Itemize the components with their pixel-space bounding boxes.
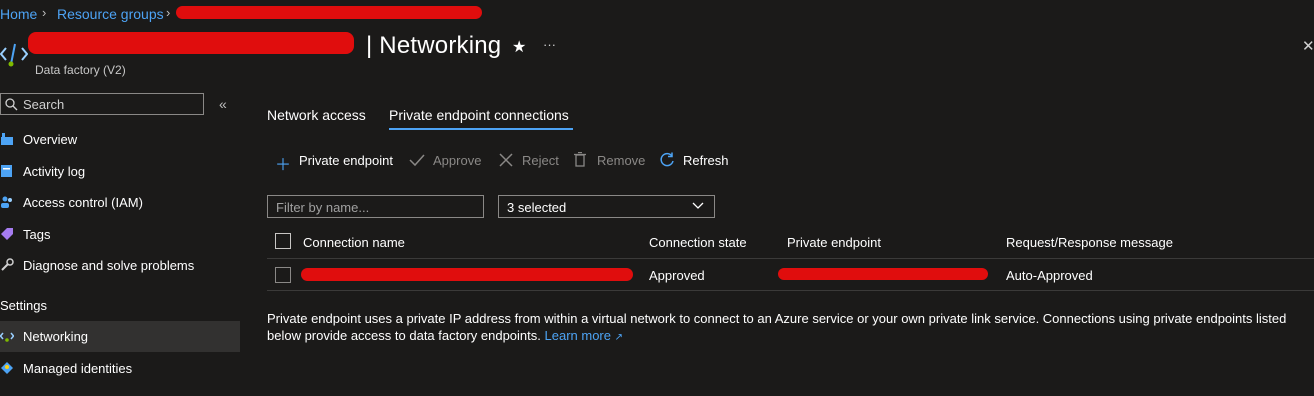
more-options-icon[interactable]: ··· bbox=[543, 37, 556, 52]
resource-type-subtitle: Data factory (V2) bbox=[35, 63, 126, 77]
select-all-checkbox[interactable] bbox=[275, 233, 291, 249]
header-divider bbox=[267, 258, 1314, 259]
sidebar-search-input[interactable]: Search bbox=[0, 93, 204, 115]
sidebar-item-managed-identities[interactable]: Managed identities bbox=[0, 353, 240, 384]
close-icon[interactable]: ✕ bbox=[1302, 37, 1314, 55]
redacted-connection-name bbox=[301, 268, 633, 281]
networking-icon bbox=[0, 332, 14, 342]
redacted-private-endpoint bbox=[778, 268, 988, 280]
info-description: Private endpoint uses a private IP addre… bbox=[267, 311, 1287, 343]
sidebar-item-access-control[interactable]: Access control (IAM) bbox=[0, 187, 240, 218]
chevron-right-icon: › bbox=[166, 5, 171, 20]
reject-x-icon bbox=[499, 153, 513, 167]
activity-log-icon bbox=[1, 165, 12, 177]
breadcrumb-resource-groups[interactable]: Resource groups bbox=[57, 6, 164, 22]
sidebar-item-label: Managed identities bbox=[23, 361, 133, 376]
learn-more-link[interactable]: Learn more ↗ bbox=[545, 328, 624, 343]
tab-network-access[interactable]: Network access bbox=[267, 107, 366, 123]
tag-icon bbox=[1, 228, 13, 240]
search-icon bbox=[5, 98, 18, 111]
chevron-down-icon bbox=[692, 202, 704, 209]
tab-private-endpoint-connections[interactable]: Private endpoint connections bbox=[389, 107, 569, 123]
connection-state-dropdown[interactable]: 3 selected bbox=[498, 195, 715, 218]
remove-button[interactable]: Remove bbox=[597, 153, 645, 168]
breadcrumb-home[interactable]: Home bbox=[0, 6, 37, 22]
sidebar-item-diagnose[interactable]: Diagnose and solve problems bbox=[0, 250, 240, 281]
identity-icon bbox=[1, 362, 13, 374]
external-link-icon: ↗ bbox=[614, 332, 624, 343]
sidebar-item-label: Activity log bbox=[23, 164, 86, 179]
reject-button[interactable]: Reject bbox=[522, 153, 559, 168]
collapse-sidebar-icon[interactable]: « bbox=[219, 96, 227, 112]
row-checkbox[interactable] bbox=[275, 267, 291, 283]
refresh-button[interactable]: Refresh bbox=[683, 153, 729, 168]
sidebar-item-label: Diagnose and solve problems bbox=[23, 258, 195, 273]
dropdown-selected-value: 3 selected bbox=[507, 200, 567, 215]
search-placeholder: Search bbox=[23, 97, 65, 112]
plus-icon: ＋ bbox=[275, 157, 292, 174]
people-icon bbox=[1, 196, 12, 208]
column-header-connection-state[interactable]: Connection state bbox=[649, 235, 747, 250]
column-header-message[interactable]: Request/Response message bbox=[1006, 235, 1173, 250]
redacted-breadcrumb bbox=[176, 6, 482, 19]
column-header-private-endpoint[interactable]: Private endpoint bbox=[787, 235, 881, 250]
connection-state-cell: Approved bbox=[649, 268, 705, 283]
add-private-endpoint-button[interactable]: Private endpoint bbox=[299, 153, 393, 168]
star-icon[interactable]: ★ bbox=[512, 37, 526, 57]
sidebar-item-activity-log[interactable]: Activity log bbox=[0, 156, 240, 187]
trash-icon bbox=[574, 152, 586, 167]
message-cell: Auto-Approved bbox=[1006, 268, 1093, 283]
active-tab-indicator bbox=[389, 128, 573, 130]
filter-placeholder: Filter by name... bbox=[276, 200, 370, 215]
sidebar-item-label: Access control (IAM) bbox=[23, 195, 143, 210]
page-title: | Networking bbox=[366, 32, 502, 59]
approve-button[interactable]: Approve bbox=[433, 153, 481, 168]
refresh-icon bbox=[660, 152, 674, 167]
wrench-icon bbox=[1, 258, 14, 271]
sidebar-section-settings: Settings bbox=[0, 298, 47, 313]
factory-icon bbox=[1, 133, 13, 145]
data-factory-icon bbox=[0, 43, 28, 67]
filter-by-name-input[interactable]: Filter by name... bbox=[267, 195, 484, 218]
checkmark-icon bbox=[409, 154, 425, 167]
learn-more-label: Learn more bbox=[544, 328, 611, 343]
sidebar-item-tags[interactable]: Tags bbox=[0, 219, 240, 250]
redacted-resource-name bbox=[28, 32, 354, 54]
sidebar-item-label: Networking bbox=[23, 329, 89, 344]
sidebar-item-label: Overview bbox=[23, 132, 78, 147]
sidebar-item-label: Tags bbox=[23, 227, 51, 242]
sidebar-item-networking[interactable]: Networking bbox=[0, 321, 240, 352]
row-divider bbox=[267, 290, 1314, 291]
sidebar-item-overview[interactable]: Overview bbox=[0, 124, 240, 155]
info-text: Private endpoint uses a private IP addre… bbox=[267, 310, 1312, 346]
column-header-connection-name[interactable]: Connection name bbox=[303, 235, 405, 250]
chevron-right-icon: › bbox=[42, 5, 47, 20]
